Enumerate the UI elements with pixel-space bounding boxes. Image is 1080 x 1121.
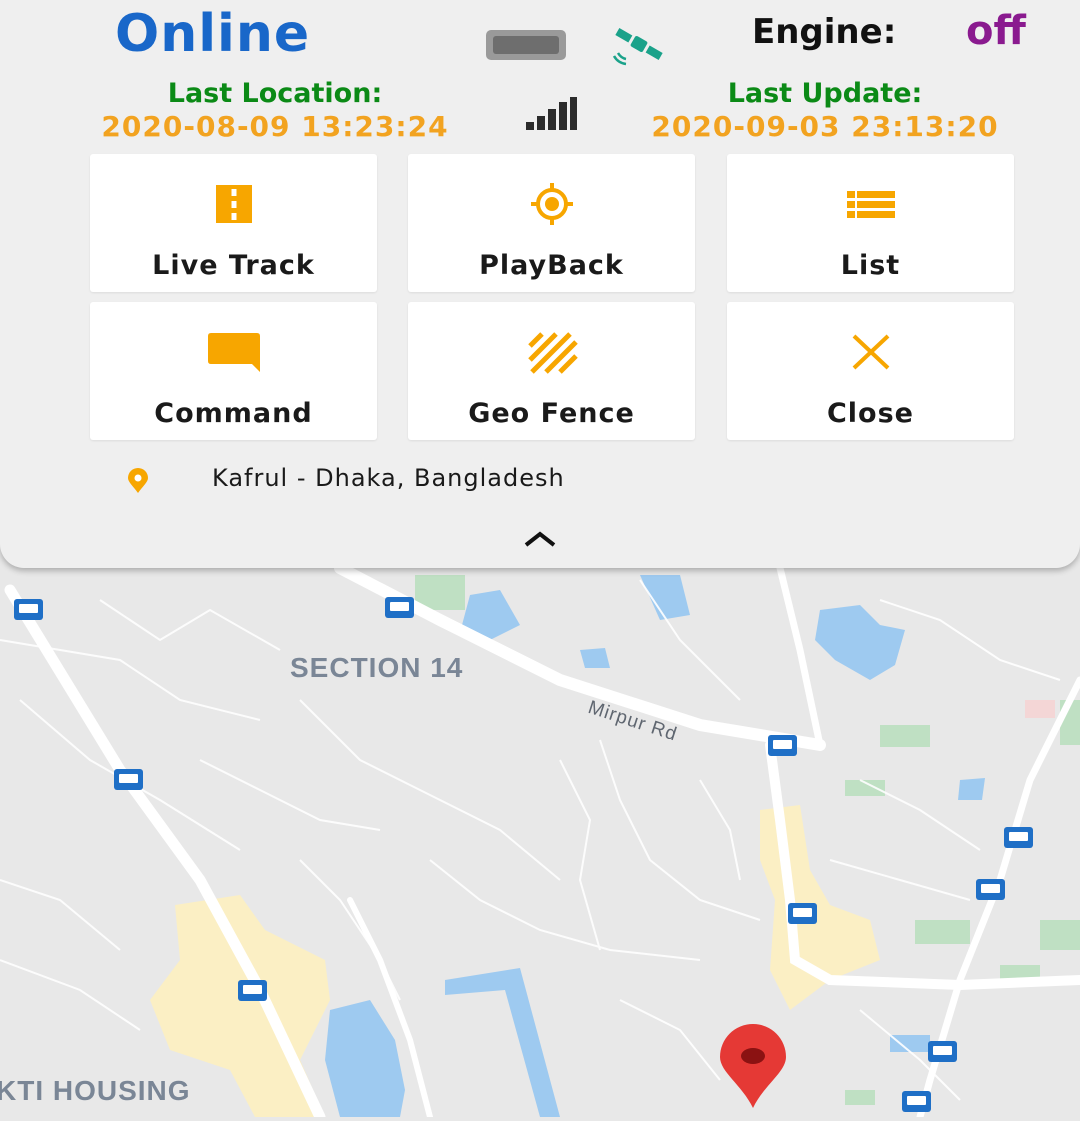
park xyxy=(1040,920,1080,950)
bus-stop-icon xyxy=(902,1091,931,1112)
close-label: Close xyxy=(826,398,914,429)
geo-fence-label: Geo Fence xyxy=(468,398,635,429)
list-icon xyxy=(846,191,895,218)
crosshair-icon xyxy=(530,183,573,225)
location-pin-icon xyxy=(128,468,148,493)
command-label: Command xyxy=(154,398,313,429)
bus-stop-icon xyxy=(1004,827,1033,848)
bus-stop-icon xyxy=(238,980,267,1001)
last-location-value: 2020-08-09 13:23:24 xyxy=(101,110,449,143)
striped-area-icon xyxy=(527,332,578,374)
road-icon xyxy=(215,185,252,223)
bus-stop-icon xyxy=(768,735,797,756)
engine-label: Engine: xyxy=(752,12,897,52)
engine-status-value: off xyxy=(966,8,1026,54)
last-update-value: 2020-09-03 23:13:20 xyxy=(651,110,999,143)
chevron-up-icon[interactable] xyxy=(522,528,558,550)
last-location-label: Last Location: xyxy=(167,78,383,109)
bus-stop-icon xyxy=(976,879,1005,900)
park xyxy=(880,725,930,747)
park xyxy=(845,1090,875,1105)
list-label: List xyxy=(840,250,901,281)
playback-button[interactable]: PlayBack xyxy=(408,154,695,292)
vehicle-info-panel: Online Engine: off Last Location: 2020-0… xyxy=(0,0,1080,568)
playback-label: PlayBack xyxy=(479,250,624,281)
message-icon xyxy=(207,333,260,372)
list-button[interactable]: List xyxy=(727,154,1014,292)
last-update-label: Last Update: xyxy=(727,78,923,109)
connection-status: Online xyxy=(115,4,311,64)
live-track-label: Live Track xyxy=(152,250,315,281)
satellite-icon xyxy=(612,28,663,66)
battery-icon xyxy=(486,30,566,60)
close-button[interactable]: Close xyxy=(727,302,1014,440)
water-body xyxy=(958,778,985,800)
bus-stop-icon xyxy=(385,597,414,618)
bus-stop-icon xyxy=(114,769,143,790)
address-text: Kafrul - Dhaka, Bangladesh xyxy=(212,464,565,492)
close-icon xyxy=(852,334,889,370)
bus-stop-icon xyxy=(14,599,43,620)
park xyxy=(915,920,970,944)
water-body xyxy=(890,1035,930,1052)
geo-fence-button[interactable]: Geo Fence xyxy=(408,302,695,440)
live-track-button[interactable]: Live Track xyxy=(90,154,377,292)
map-area-label: SECTION 14 xyxy=(290,652,464,683)
map-area-label: KTI HOUSING xyxy=(0,1075,191,1106)
signal-strength-icon xyxy=(526,97,577,130)
command-button[interactable]: Command xyxy=(90,302,377,440)
hospital-area xyxy=(1025,700,1055,718)
bus-stop-icon xyxy=(928,1041,957,1062)
bus-stop-icon xyxy=(788,903,817,924)
water-body xyxy=(580,648,610,668)
